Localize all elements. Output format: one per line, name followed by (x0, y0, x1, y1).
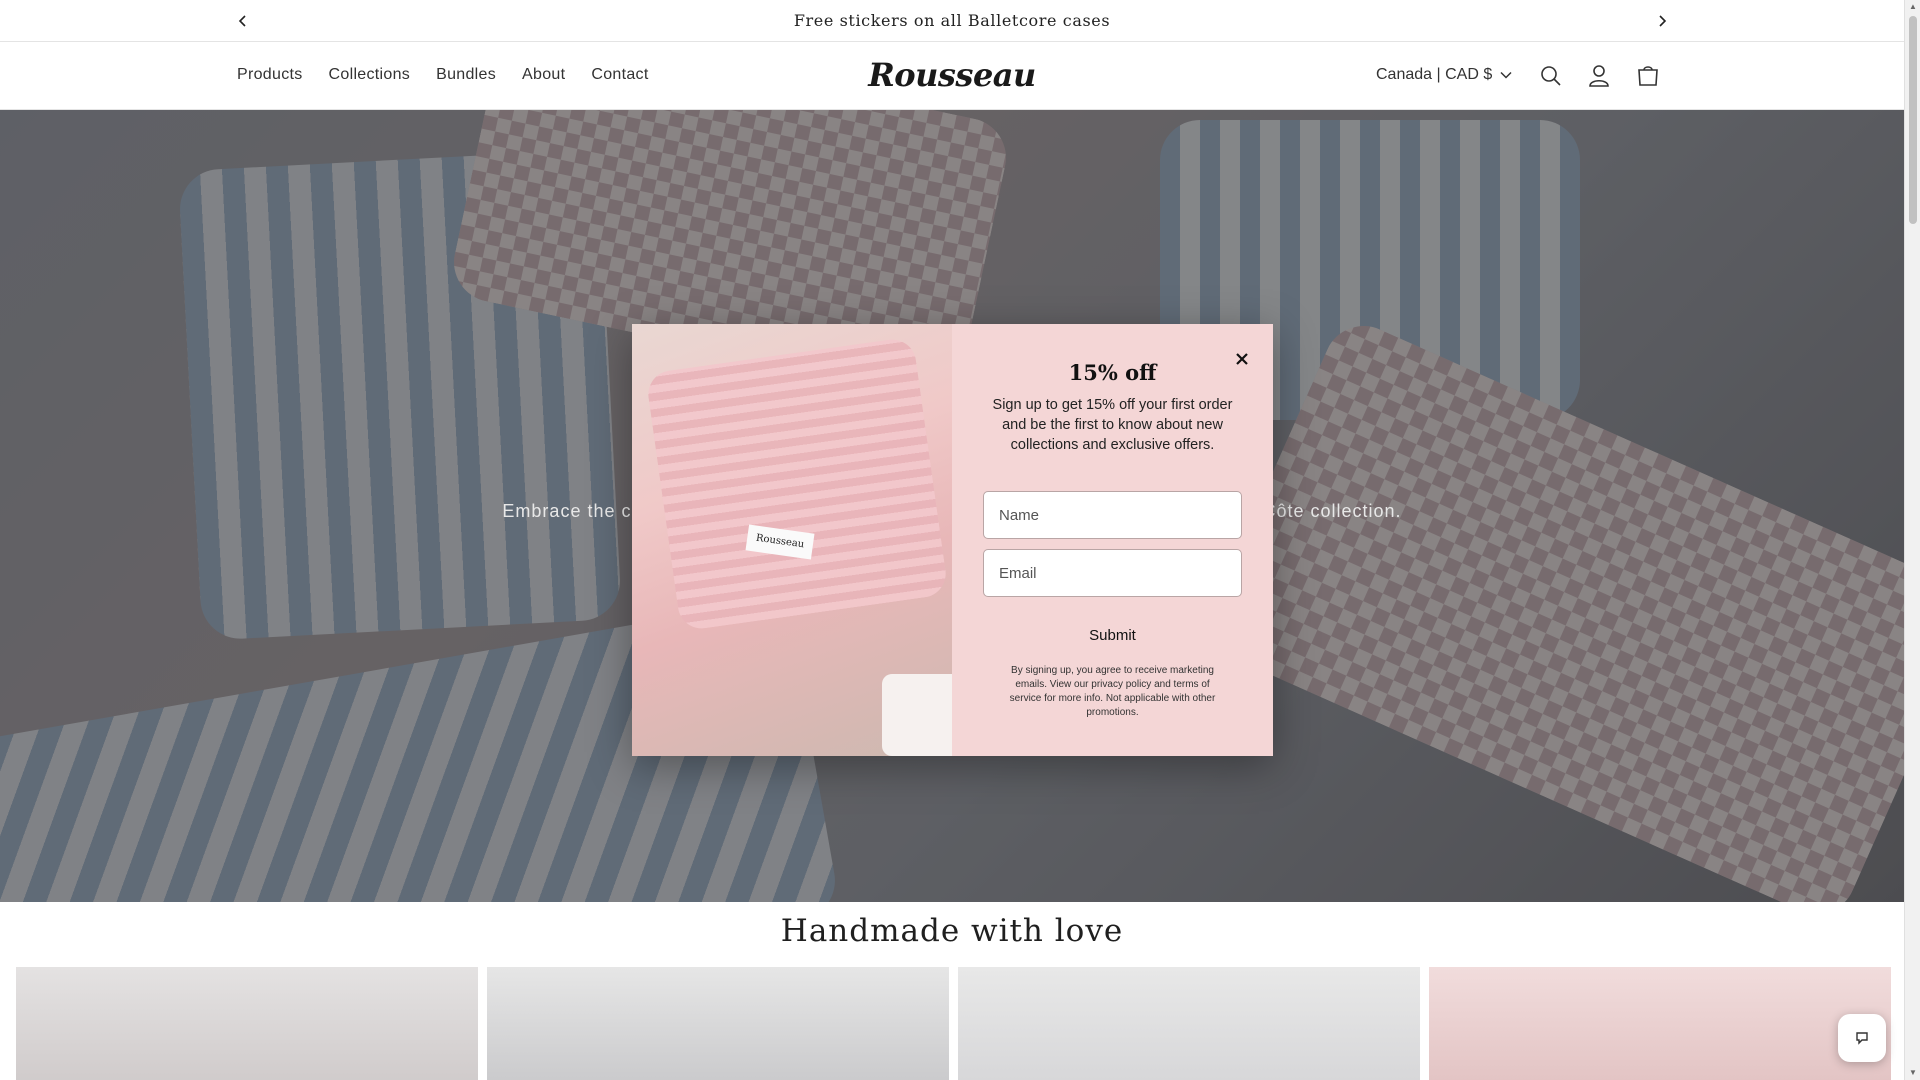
scroll-down-icon[interactable]: ▼ (1908, 1068, 1918, 1078)
cart-icon (1638, 66, 1658, 86)
modal-photo-jar (882, 674, 952, 756)
announcement-next-button[interactable] (1650, 9, 1674, 33)
scroll-up-icon[interactable]: ▲ (1908, 2, 1918, 12)
account-button[interactable] (1585, 62, 1613, 90)
signup-modal: Rousseau 15% off Sign up to get 15% off … (632, 324, 1273, 756)
account-icon (1589, 65, 1609, 87)
chat-icon (1856, 1032, 1868, 1045)
hero-subtitle-right: Côte collection. (1262, 501, 1402, 521)
modal-photo-bag (645, 336, 949, 632)
modal-form-panel: 15% off Sign up to get 15% off your firs… (952, 324, 1273, 756)
chat-button[interactable] (1838, 1014, 1886, 1062)
modal-description: Sign up to get 15% off your first order … (992, 397, 1233, 453)
chevron-right-icon (1659, 15, 1667, 27)
modal-product-photo: Rousseau (632, 324, 952, 756)
chevron-down-icon (1500, 71, 1512, 79)
search-icon (1541, 66, 1561, 86)
search-button[interactable] (1537, 62, 1565, 90)
product-card-2[interactable] (487, 967, 949, 1080)
site-logo[interactable]: Rousseau (0, 56, 1904, 94)
cart-button[interactable] (1634, 62, 1662, 90)
product-card-row (16, 967, 1891, 1080)
country-selector[interactable]: Canada | CAD $ (1376, 66, 1512, 84)
modal-title: 15% off (1068, 360, 1157, 385)
announcement-text: Free stickers on all Balletcore cases (793, 11, 1111, 30)
email-field[interactable] (983, 549, 1242, 597)
announcement-bar: Free stickers on all Balletcore cases (0, 0, 1904, 42)
product-card-4[interactable] (1429, 967, 1891, 1080)
modal-fine-print: By signing up, you agree to receive mark… (1009, 665, 1216, 718)
product-card-3[interactable] (958, 967, 1420, 1080)
hero-subtitle-left: Embrace the ch (502, 501, 643, 521)
product-card-1[interactable] (16, 967, 478, 1080)
section-title: Handmade with love (780, 913, 1124, 949)
site-header: Products Collections Bundles About Conta… (0, 42, 1904, 110)
name-field[interactable] (983, 491, 1242, 539)
submit-button[interactable]: Submit (983, 616, 1242, 654)
country-label: Canada | CAD $ (1376, 66, 1493, 83)
page-scrollbar[interactable]: ▲ ▼ (1904, 0, 1920, 1080)
scrollbar-thumb[interactable] (1909, 16, 1917, 224)
